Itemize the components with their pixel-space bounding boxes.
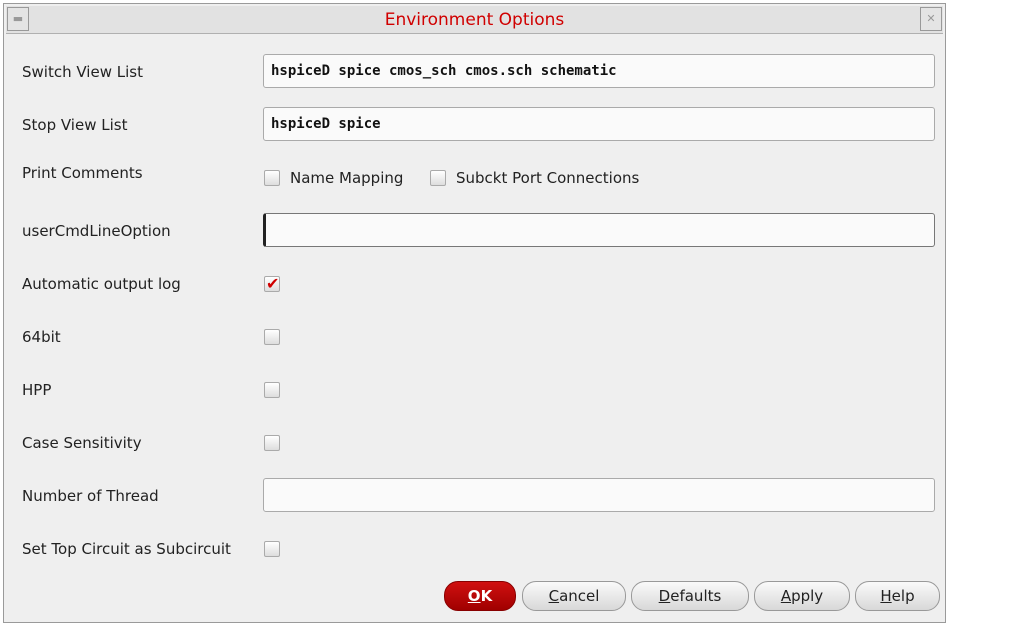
print-comments-label: Print Comments — [22, 164, 143, 182]
stop-view-list-label: Stop View List — [22, 116, 128, 134]
stop-view-list-input[interactable]: hspiceD spice — [263, 107, 935, 141]
defaults-button[interactable]: Defaults — [631, 581, 749, 611]
case-sensitivity-checkbox[interactable] — [264, 435, 280, 451]
window-title: Environment Options — [384, 10, 565, 30]
64bit-checkbox[interactable] — [264, 329, 280, 345]
user-cmd-line-option-label: userCmdLineOption — [22, 222, 171, 240]
automatic-output-log-checkbox[interactable]: ✔ — [264, 276, 280, 292]
label: pply — [791, 587, 824, 605]
number-of-thread-input[interactable] — [263, 478, 935, 512]
mnemonic: H — [880, 587, 892, 605]
switch-view-list-label: Switch View List — [22, 63, 143, 81]
number-of-thread-label: Number of Thread — [22, 487, 159, 505]
mnemonic: A — [780, 587, 792, 605]
ok-button[interactable]: OK — [444, 581, 516, 611]
checkmark-icon: ✔ — [266, 274, 280, 293]
label: efaults — [670, 587, 722, 605]
hpp-label: HPP — [22, 381, 52, 399]
subckt-port-connections-checkbox[interactable] — [430, 170, 446, 186]
set-top-circuit-checkbox[interactable] — [264, 541, 280, 557]
name-mapping-label: Name Mapping — [290, 169, 404, 187]
case-sensitivity-label: Case Sensitivity — [22, 434, 142, 452]
automatic-output-log-label: Automatic output log — [22, 275, 181, 293]
64bit-label: 64bit — [22, 328, 61, 346]
title-bar: ▬ Environment Options ✕ — [6, 6, 943, 34]
user-cmd-line-option-input[interactable] — [263, 213, 935, 247]
environment-options-dialog: ▬ Environment Options ✕ Switch View List… — [3, 3, 946, 623]
hpp-checkbox[interactable] — [264, 382, 280, 398]
name-mapping-checkbox[interactable] — [264, 170, 280, 186]
label: K — [480, 587, 493, 605]
help-button[interactable]: Help — [855, 581, 940, 611]
label: ancel — [559, 587, 600, 605]
apply-button[interactable]: Apply — [754, 581, 850, 611]
mnemonic: C — [548, 587, 560, 605]
set-top-circuit-label: Set Top Circuit as Subcircuit — [22, 540, 231, 558]
cancel-button[interactable]: Cancel — [522, 581, 626, 611]
close-icon[interactable]: ✕ — [920, 7, 942, 31]
subckt-port-connections-label: Subckt Port Connections — [456, 169, 640, 187]
label: elp — [891, 587, 915, 605]
mnemonic: D — [658, 587, 671, 605]
mnemonic: O — [467, 587, 481, 605]
switch-view-list-input[interactable]: hspiceD spice cmos_sch cmos.sch schemati… — [263, 54, 935, 88]
